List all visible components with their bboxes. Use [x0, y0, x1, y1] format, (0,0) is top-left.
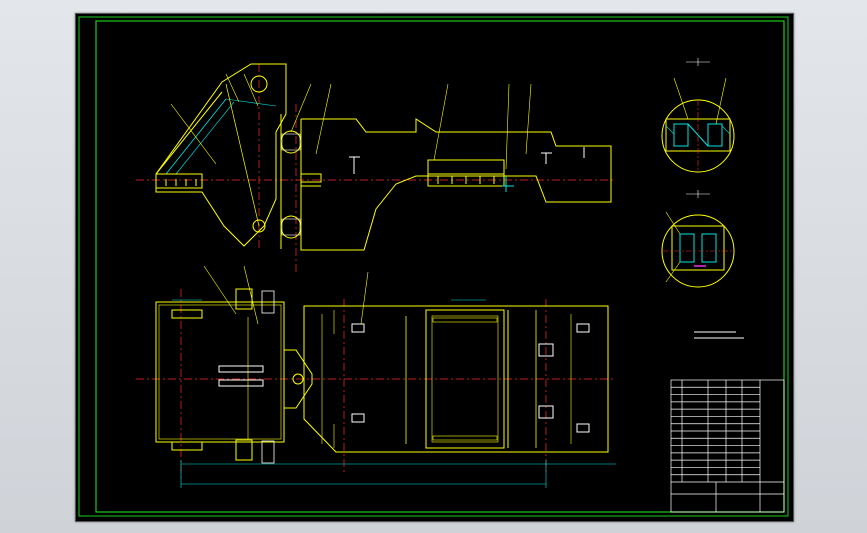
balloon-leader-11 [360, 271, 369, 325]
balloon-leader-3 [243, 73, 259, 107]
balloon-leader-7 [505, 83, 510, 170]
balloon-callouts [170, 73, 727, 325]
cad-drawing [78, 16, 789, 517]
balloon-leader-10 [243, 265, 259, 325]
balloon-leader-9 [203, 265, 237, 315]
drawing-sheet [75, 13, 794, 522]
title-block [670, 379, 785, 513]
balloon-leader-6 [433, 83, 449, 161]
side-elevation [136, 63, 616, 274]
balloon-leader-12 [673, 77, 689, 120]
balloon-leader-1 [170, 103, 217, 165]
balloon-leader-2 [225, 73, 240, 103]
cad-viewport[interactable] [0, 0, 867, 533]
balloon-leader-15 [665, 261, 681, 283]
technical-notes [694, 331, 744, 339]
plan-view [136, 288, 616, 488]
balloon-leader-13 [715, 77, 727, 125]
detail-circle-top [661, 58, 735, 173]
balloon-leader-8 [525, 83, 532, 155]
